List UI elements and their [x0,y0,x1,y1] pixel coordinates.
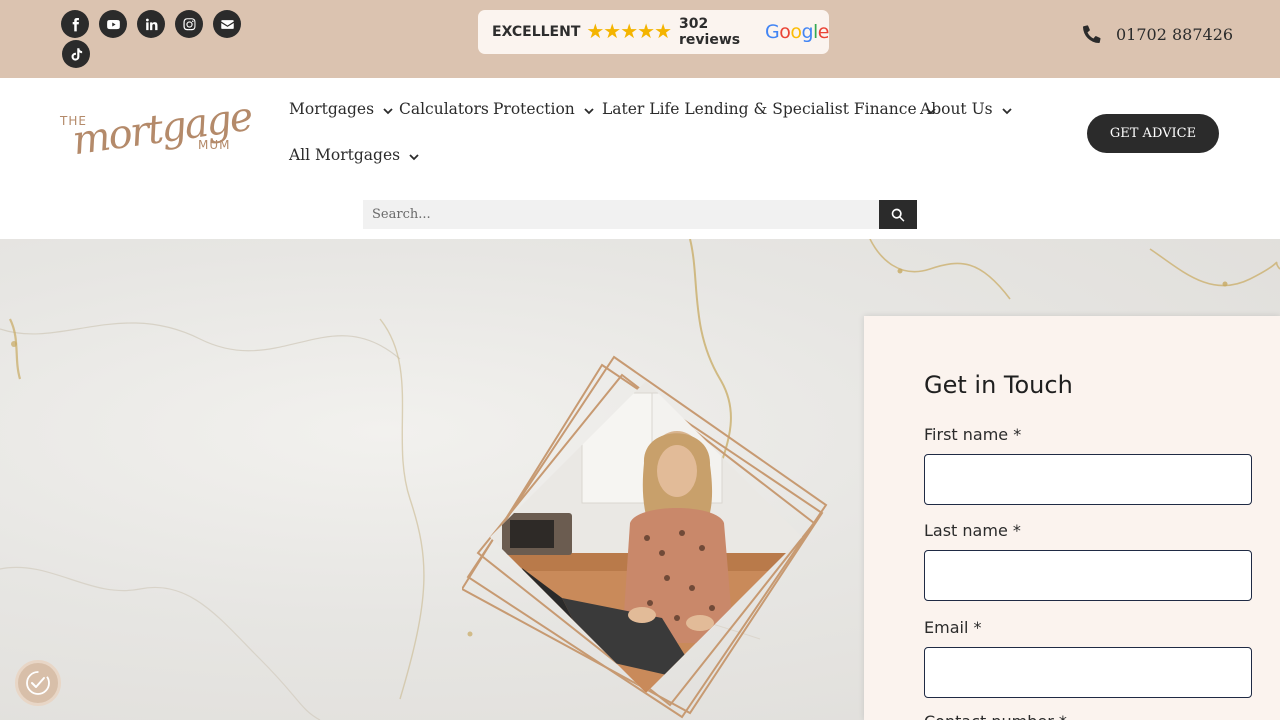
review-rating-label: EXCELLENT [492,24,581,40]
chevron-down-icon [1001,103,1013,115]
chevron-down-icon [382,103,394,115]
nav-label: Later Life Lending & Specialist Finance [602,100,917,118]
search-button[interactable] [879,200,917,229]
chevron-down-icon [408,149,420,161]
contact-form: Get in Touch First name * Last name * Em… [864,316,1280,720]
top-bar: EXCELLENT ★★★★★ 302 reviews Google 01702… [0,0,1280,78]
nav-item-later-life-lending[interactable]: Later Life Lending & Specialist Finance [602,100,937,118]
google-logo: Google [764,21,830,43]
site-logo[interactable]: THE mortgage MUM [58,94,254,172]
tiktok-icon[interactable] [62,40,90,68]
form-title: Get in Touch [924,371,1073,399]
search-form [363,200,917,229]
nav-label: About Us [920,100,993,118]
nav-item-all-mortgages[interactable]: All Mortgages [289,146,420,164]
get-advice-button[interactable]: GET ADVICE [1087,114,1219,153]
instagram-icon[interactable] [175,10,203,38]
nav-label: Mortgages [289,100,375,118]
email-label: Email * [924,618,982,637]
logo-mum-text: MUM [198,138,231,152]
nav-item-about-us[interactable]: About Us [920,100,1013,118]
last-name-label: Last name * [924,521,1021,540]
nav-item-mortgages[interactable]: Mortgages [289,100,394,118]
search-icon [891,208,905,222]
accessibility-button[interactable] [15,660,61,706]
last-name-field[interactable] [924,550,1252,601]
first-name-label: First name * [924,425,1022,444]
main-header: THE mortgage MUM Mortgages Calculators P… [0,78,1280,239]
first-name-field[interactable] [924,454,1252,505]
google-review-badge[interactable]: EXCELLENT ★★★★★ 302 reviews Google [478,10,830,54]
nav-label: Protection [493,100,575,118]
email-field[interactable] [924,647,1252,698]
nav-item-protection[interactable]: Protection [493,100,595,118]
linkedin-icon[interactable] [137,10,165,38]
logo-script-text: mortgage [69,93,255,165]
search-input[interactable] [363,200,879,229]
phone-link[interactable]: 01702 887426 [1082,24,1233,44]
phone-icon [1082,25,1101,44]
youtube-icon[interactable] [99,10,127,38]
facebook-icon[interactable] [61,10,89,38]
nav-label: Calculators [399,100,489,118]
chevron-down-icon [583,103,595,115]
phone-number: 01702 887426 [1116,24,1234,44]
contact-number-label: Contact number * [924,712,1067,720]
consultant-photo [462,355,828,719]
envelope-icon[interactable] [213,10,241,38]
five-star-icon: ★★★★★ [586,21,672,43]
review-count: 302 reviews [679,16,741,48]
nav-label: All Mortgages [289,146,401,164]
nav-item-calculators[interactable]: Calculators [399,100,489,118]
accessibility-icon [26,671,50,695]
